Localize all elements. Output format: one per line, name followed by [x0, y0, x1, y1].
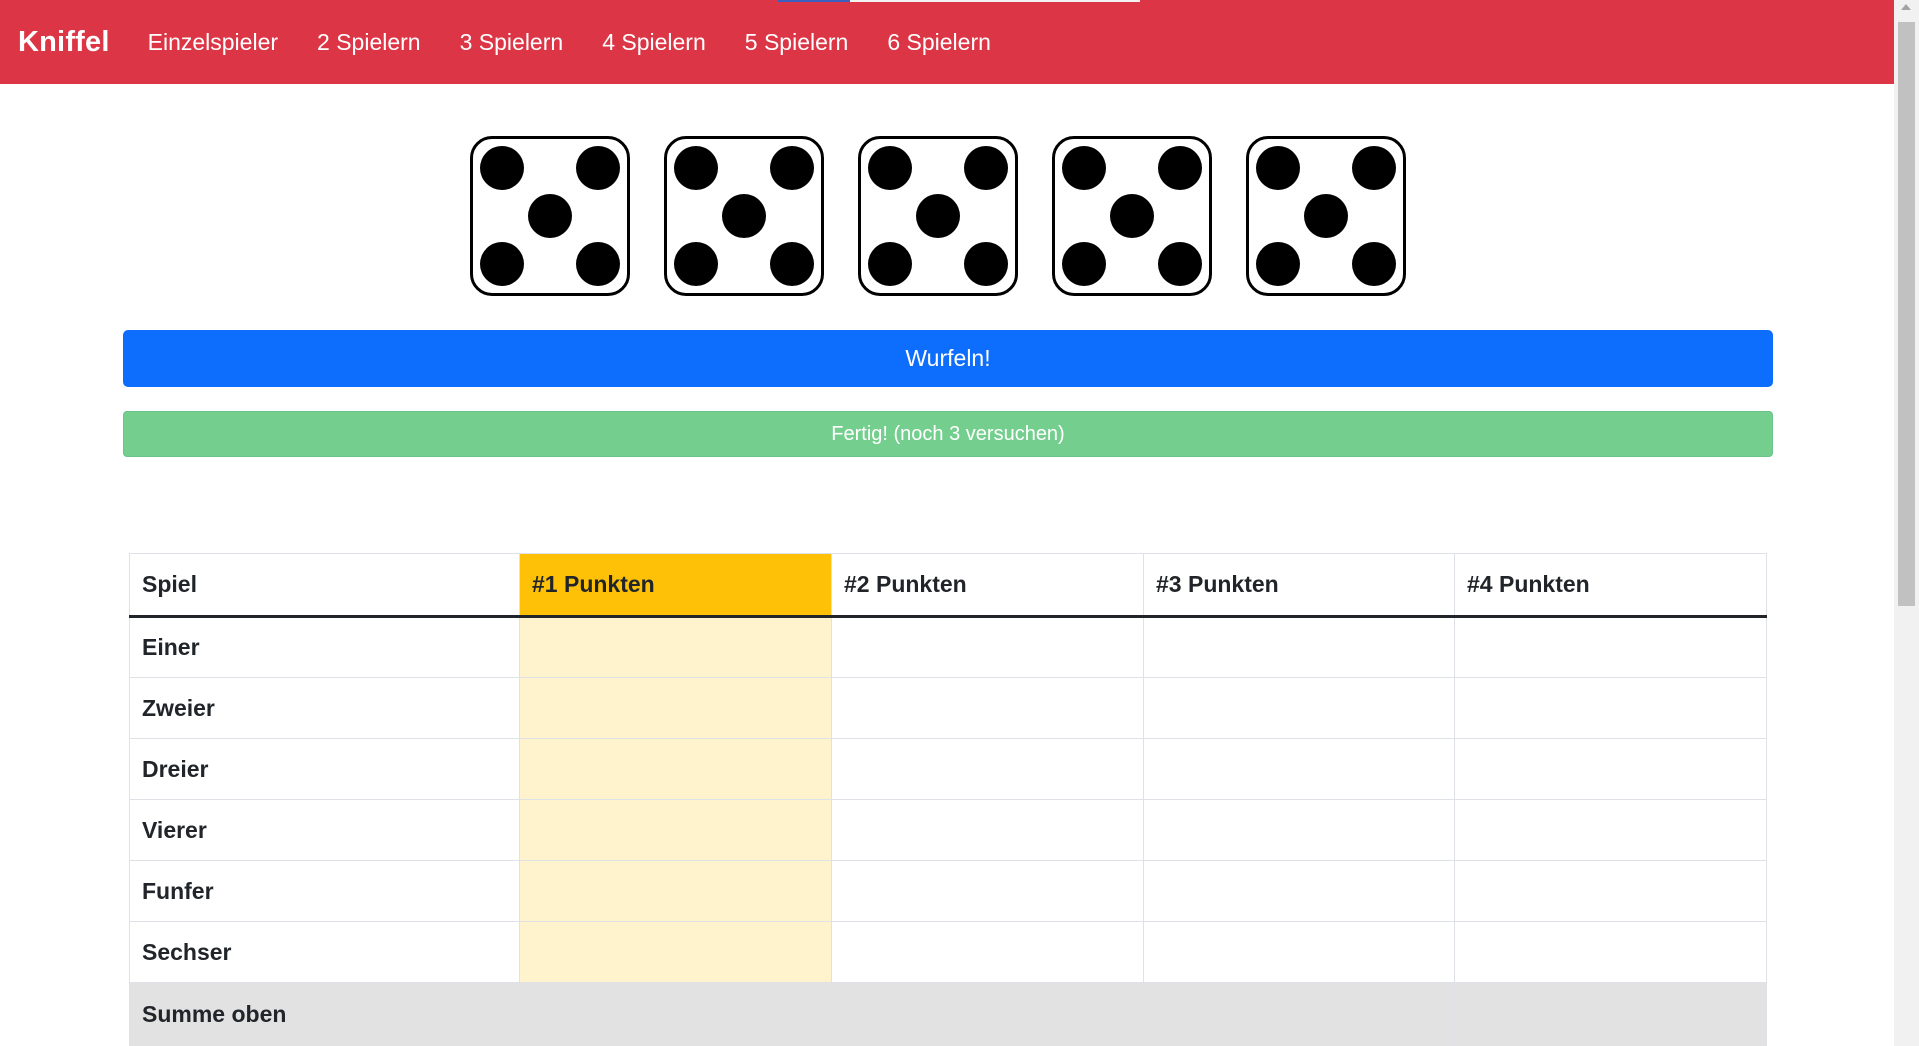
nav-item-3-spielern[interactable]: 3 Spielern	[460, 29, 564, 56]
score-cell	[1454, 677, 1767, 739]
pip	[1158, 146, 1202, 190]
table-row: Funfer	[129, 860, 1767, 922]
score-cell[interactable]	[519, 799, 832, 861]
pip	[868, 242, 912, 286]
score-cell	[1454, 738, 1767, 800]
score-table: Spiel #1 Punkten #2 Punkten #3 Punkten #…	[129, 553, 1767, 1046]
die-5[interactable]	[1246, 136, 1406, 296]
row-label-funfer: Funfer	[129, 860, 520, 922]
navbar: Kniffel Einzelspieler 2 Spielern 3 Spiel…	[0, 0, 1894, 84]
pip	[1062, 146, 1106, 190]
row-label-dreier: Dreier	[129, 738, 520, 800]
column-header-player-4: #4 Punkten	[1454, 553, 1767, 618]
score-cell	[1454, 616, 1767, 678]
pip	[576, 242, 620, 286]
nav-item-6-spielern[interactable]: 6 Spielern	[887, 29, 991, 56]
sum-cell	[1454, 982, 1767, 1046]
score-cell	[1143, 738, 1455, 800]
pip	[480, 242, 524, 286]
roll-dice-button[interactable]: Wurfeln!	[123, 330, 1773, 387]
scroll-up-arrow-icon[interactable]	[1901, 4, 1911, 10]
score-cell	[1143, 921, 1455, 983]
table-row: Vierer	[129, 799, 1767, 861]
column-header-player-3: #3 Punkten	[1143, 553, 1455, 618]
score-cell[interactable]	[519, 860, 832, 922]
score-cell	[1454, 799, 1767, 861]
nav-item-einzelspieler[interactable]: Einzelspieler	[148, 29, 278, 56]
die-3[interactable]	[858, 136, 1018, 296]
row-label-zweier: Zweier	[129, 677, 520, 739]
row-label-summe-oben: Summe oben	[129, 982, 520, 1046]
nav-item-4-spielern[interactable]: 4 Spielern	[602, 29, 706, 56]
score-cell[interactable]	[519, 921, 832, 983]
sum-cell	[831, 982, 1144, 1046]
pip	[964, 242, 1008, 286]
pip	[1110, 194, 1154, 238]
score-cell	[1143, 799, 1455, 861]
score-cell	[1143, 677, 1455, 739]
die-1[interactable]	[470, 136, 630, 296]
row-label-sechser: Sechser	[129, 921, 520, 983]
pip	[916, 194, 960, 238]
score-cell	[831, 677, 1144, 739]
column-header-player-2: #2 Punkten	[831, 553, 1144, 618]
pip	[770, 146, 814, 190]
sum-row: Summe oben	[129, 982, 1767, 1046]
column-header-player-1: #1 Punkten	[519, 553, 832, 618]
score-cell[interactable]	[519, 677, 832, 739]
table-row: Zweier	[129, 677, 1767, 739]
page: Kniffel Einzelspieler 2 Spielern 3 Spiel…	[0, 0, 1919, 1046]
pip	[1256, 242, 1300, 286]
row-label-vierer: Vierer	[129, 799, 520, 861]
pip	[528, 194, 572, 238]
score-cell	[1143, 860, 1455, 922]
pip	[674, 146, 718, 190]
score-cell	[1454, 921, 1767, 983]
pip	[480, 146, 524, 190]
die-2[interactable]	[664, 136, 824, 296]
score-cell	[1143, 616, 1455, 678]
score-cell[interactable]	[519, 616, 832, 678]
scroll-thumb[interactable]	[1898, 22, 1915, 606]
brand-logo[interactable]: Kniffel	[18, 26, 110, 59]
score-cell	[831, 921, 1144, 983]
pip	[1304, 194, 1348, 238]
pip	[1256, 146, 1300, 190]
pip	[1158, 242, 1202, 286]
score-cell	[831, 860, 1144, 922]
table-header-row: Spiel #1 Punkten #2 Punkten #3 Punkten #…	[129, 553, 1767, 618]
pip	[674, 242, 718, 286]
pip	[1352, 242, 1396, 286]
nav-item-2-spielern[interactable]: 2 Spielern	[317, 29, 421, 56]
table-row: Sechser	[129, 921, 1767, 983]
sum-cell	[519, 982, 832, 1046]
pip	[722, 194, 766, 238]
sum-cell	[1143, 982, 1455, 1046]
column-header-spiel: Spiel	[129, 553, 520, 618]
pip	[770, 242, 814, 286]
table-row: Dreier	[129, 738, 1767, 800]
score-cell	[831, 799, 1144, 861]
score-cell	[831, 616, 1144, 678]
dice-row	[470, 136, 1406, 296]
score-cell[interactable]	[519, 738, 832, 800]
nav-item-5-spielern[interactable]: 5 Spielern	[745, 29, 849, 56]
pip	[1352, 146, 1396, 190]
pip	[964, 146, 1008, 190]
nav-indicator	[778, 0, 850, 2]
pip	[868, 146, 912, 190]
table-row: Einer	[129, 616, 1767, 678]
vertical-scrollbar[interactable]	[1894, 0, 1919, 1046]
pip	[1062, 242, 1106, 286]
done-button[interactable]: Fertig! (noch 3 versuchen)	[123, 411, 1773, 457]
pip	[576, 146, 620, 190]
row-label-einer: Einer	[129, 616, 520, 678]
score-cell	[831, 738, 1144, 800]
score-cell	[1454, 860, 1767, 922]
die-4[interactable]	[1052, 136, 1212, 296]
nav-indicator-track	[850, 0, 1140, 2]
